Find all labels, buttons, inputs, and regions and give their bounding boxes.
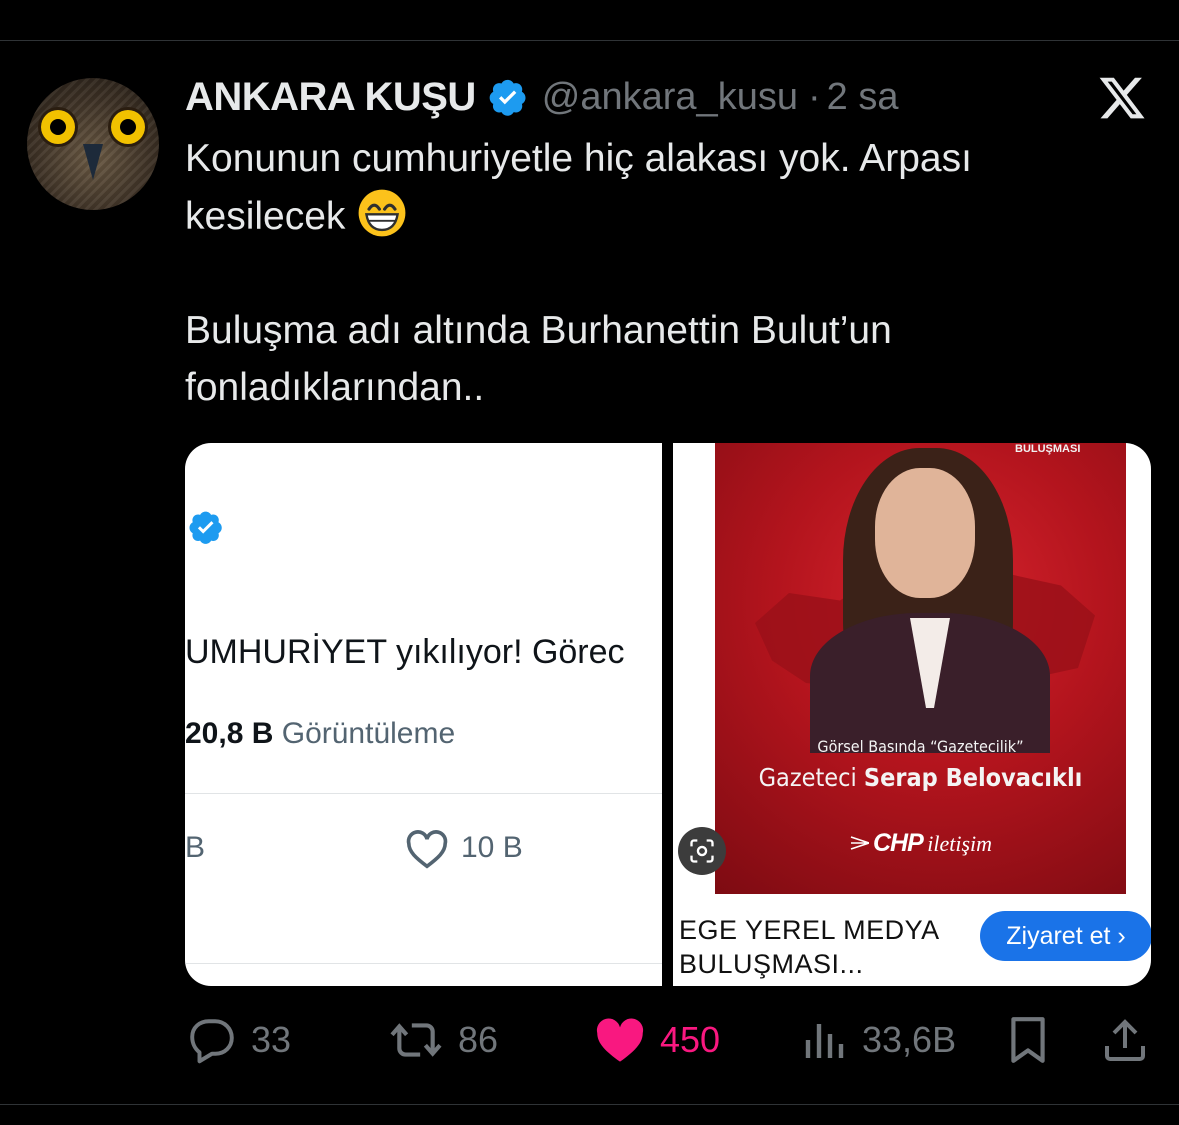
retweet-count: 86 bbox=[458, 1019, 499, 1060]
reply-button[interactable]: 33 bbox=[187, 1010, 291, 1070]
bottom-divider bbox=[0, 1104, 1179, 1105]
share-icon bbox=[1105, 1019, 1145, 1061]
reply-count: 33 bbox=[251, 1019, 292, 1060]
ad-person: Gazeteci Serap Belovacıklı bbox=[715, 763, 1126, 792]
grinning-face-emoji-icon bbox=[358, 189, 406, 237]
bookmark-icon bbox=[1011, 1017, 1045, 1063]
x-logo-icon bbox=[1099, 77, 1145, 119]
embedded-divider bbox=[185, 963, 662, 964]
ad-poster: BULUŞMASI Görsel Basında “Gazetecilik” G… bbox=[715, 443, 1126, 894]
share-button[interactable] bbox=[1101, 1010, 1149, 1070]
reply-icon bbox=[190, 1019, 234, 1064]
visit-button[interactable]: Ziyaret et › bbox=[980, 911, 1151, 961]
ad-top-text: BULUŞMASI bbox=[1015, 443, 1081, 455]
media-image-screenshot[interactable]: UMHURİYET yıkılıyor! Görec 20,8 B Görünt… bbox=[185, 443, 662, 986]
ad-subtitle: Görsel Basında “Gazetecilik” bbox=[817, 737, 1024, 756]
owl-eye-left bbox=[41, 110, 75, 144]
ad-logo-bold: CHP bbox=[872, 829, 924, 857]
top-divider bbox=[0, 40, 1179, 41]
tweet-line: Buluşma adı altında Burhanettin Bulut’un bbox=[185, 309, 892, 352]
tweet-actions: 33 86 450 33,6B bbox=[0, 1010, 1179, 1070]
owl-eye-right bbox=[111, 110, 145, 144]
tweet-line: Konunun cumhuriyetle hiç alakası yok. Ar… bbox=[185, 137, 972, 180]
tweet-header: ANKARA KUŞU @ankara_kusu · 2 sa bbox=[185, 72, 898, 122]
embedded-views-count: 20,8 B bbox=[185, 717, 274, 750]
tweet-media[interactable]: UMHURİYET yıkılıyor! Görec 20,8 B Görünt… bbox=[185, 443, 1151, 986]
ad-portrait-face bbox=[875, 468, 975, 598]
bookmark-button[interactable] bbox=[1006, 1010, 1050, 1070]
embedded-views: 20,8 B Görüntüleme bbox=[185, 717, 455, 751]
tweet-line-text: kesilecek bbox=[185, 195, 346, 238]
embedded-divider bbox=[185, 793, 662, 794]
like-button[interactable]: 450 bbox=[594, 1010, 720, 1070]
embedded-headline: UMHURİYET yıkılıyor! Görec bbox=[185, 633, 625, 671]
ad-logo: CHP iletişim bbox=[715, 829, 1126, 858]
tweet-text: Konunun cumhuriyetle hiç alakası yok. Ar… bbox=[185, 130, 1135, 416]
avatar[interactable] bbox=[27, 78, 159, 210]
chp-arrows-icon bbox=[850, 836, 869, 850]
ad-person-name: Serap Belovacıklı bbox=[863, 763, 1083, 792]
heart-filled-icon bbox=[596, 1018, 644, 1062]
tweet-time[interactable]: 2 sa bbox=[827, 76, 899, 119]
lens-glyph-icon bbox=[690, 839, 714, 863]
author-name[interactable]: ANKARA KUŞU bbox=[185, 75, 476, 120]
embedded-likes: 10 B bbox=[461, 831, 523, 864]
ad-title: EGE YEREL MEDYA BULUŞMASI... bbox=[679, 915, 939, 979]
verified-badge-icon bbox=[189, 511, 222, 544]
views-count: 33,6B bbox=[862, 1019, 957, 1060]
tweet-line: kesilecek bbox=[185, 187, 1135, 245]
verified-badge-icon[interactable] bbox=[488, 77, 528, 117]
retweet-icon bbox=[390, 1023, 442, 1057]
ad-logo-rest: iletişim bbox=[927, 831, 993, 856]
embedded-views-label: Görüntüleme bbox=[281, 717, 456, 750]
ad-person-prefix: Gazeteci bbox=[758, 763, 857, 792]
separator-dot: · bbox=[807, 75, 821, 118]
embedded-stat: B bbox=[185, 831, 206, 864]
views-button[interactable]: 33,6B bbox=[800, 1010, 956, 1070]
media-image-ad[interactable]: BULUŞMASI Görsel Basında “Gazetecilik” G… bbox=[673, 443, 1151, 986]
tweet-line: fonladıklarından.. bbox=[185, 366, 485, 409]
heart-outline-icon bbox=[406, 830, 448, 869]
lens-search-icon[interactable] bbox=[678, 827, 726, 875]
like-count: 450 bbox=[660, 1019, 721, 1060]
author-handle[interactable]: @ankara_kusu bbox=[542, 76, 798, 119]
retweet-button[interactable]: 86 bbox=[388, 1010, 498, 1070]
views-chart-icon bbox=[805, 1024, 844, 1058]
